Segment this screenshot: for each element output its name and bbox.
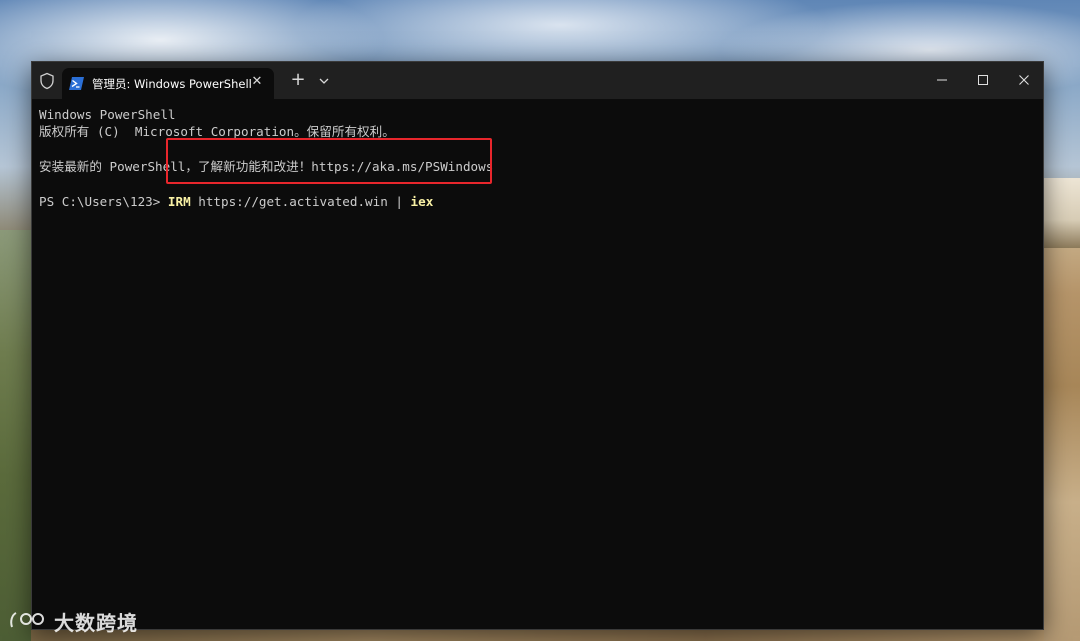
- command-args: https://get.activated.win |: [190, 193, 411, 209]
- title-bar[interactable]: 管理员: Windows PowerShell ✕ +: [32, 62, 1043, 99]
- command-line[interactable]: PS C:\Users\123> IRM https://get.activat…: [39, 193, 1033, 210]
- command-pipe-target: iex: [410, 193, 434, 209]
- tab-close-icon[interactable]: ✕: [250, 75, 264, 89]
- terminal-window: 管理员: Windows PowerShell ✕ + Windows Powe…: [31, 61, 1044, 630]
- tab-title: 管理员: Windows PowerShell: [92, 76, 252, 91]
- minimize-icon: [937, 79, 947, 81]
- maximize-button[interactable]: [968, 68, 998, 92]
- console-line: Windows PowerShell: [39, 107, 176, 122]
- maximize-icon: [978, 75, 988, 85]
- minimize-button[interactable]: [927, 68, 957, 92]
- close-icon: [1019, 75, 1029, 85]
- wallpaper-bottom: [31, 630, 1044, 641]
- close-button[interactable]: [1009, 68, 1039, 92]
- highlight-annotation: [166, 138, 492, 184]
- command-keyword: IRM: [167, 193, 191, 209]
- powershell-icon: [69, 77, 84, 90]
- wallpaper-buildings: [1044, 178, 1080, 248]
- prompt: PS C:\Users\123>: [39, 193, 168, 209]
- chevron-down-icon[interactable]: [317, 74, 331, 88]
- shield-icon: [40, 72, 54, 90]
- new-tab-button[interactable]: +: [290, 71, 306, 89]
- watermark: 大数跨境: [8, 607, 138, 635]
- wallpaper-valley: [0, 230, 31, 641]
- watermark-logo: [10, 612, 44, 628]
- tab-powershell[interactable]: 管理员: Windows PowerShell ✕: [62, 68, 274, 99]
- watermark-text: 大数跨境: [54, 610, 138, 635]
